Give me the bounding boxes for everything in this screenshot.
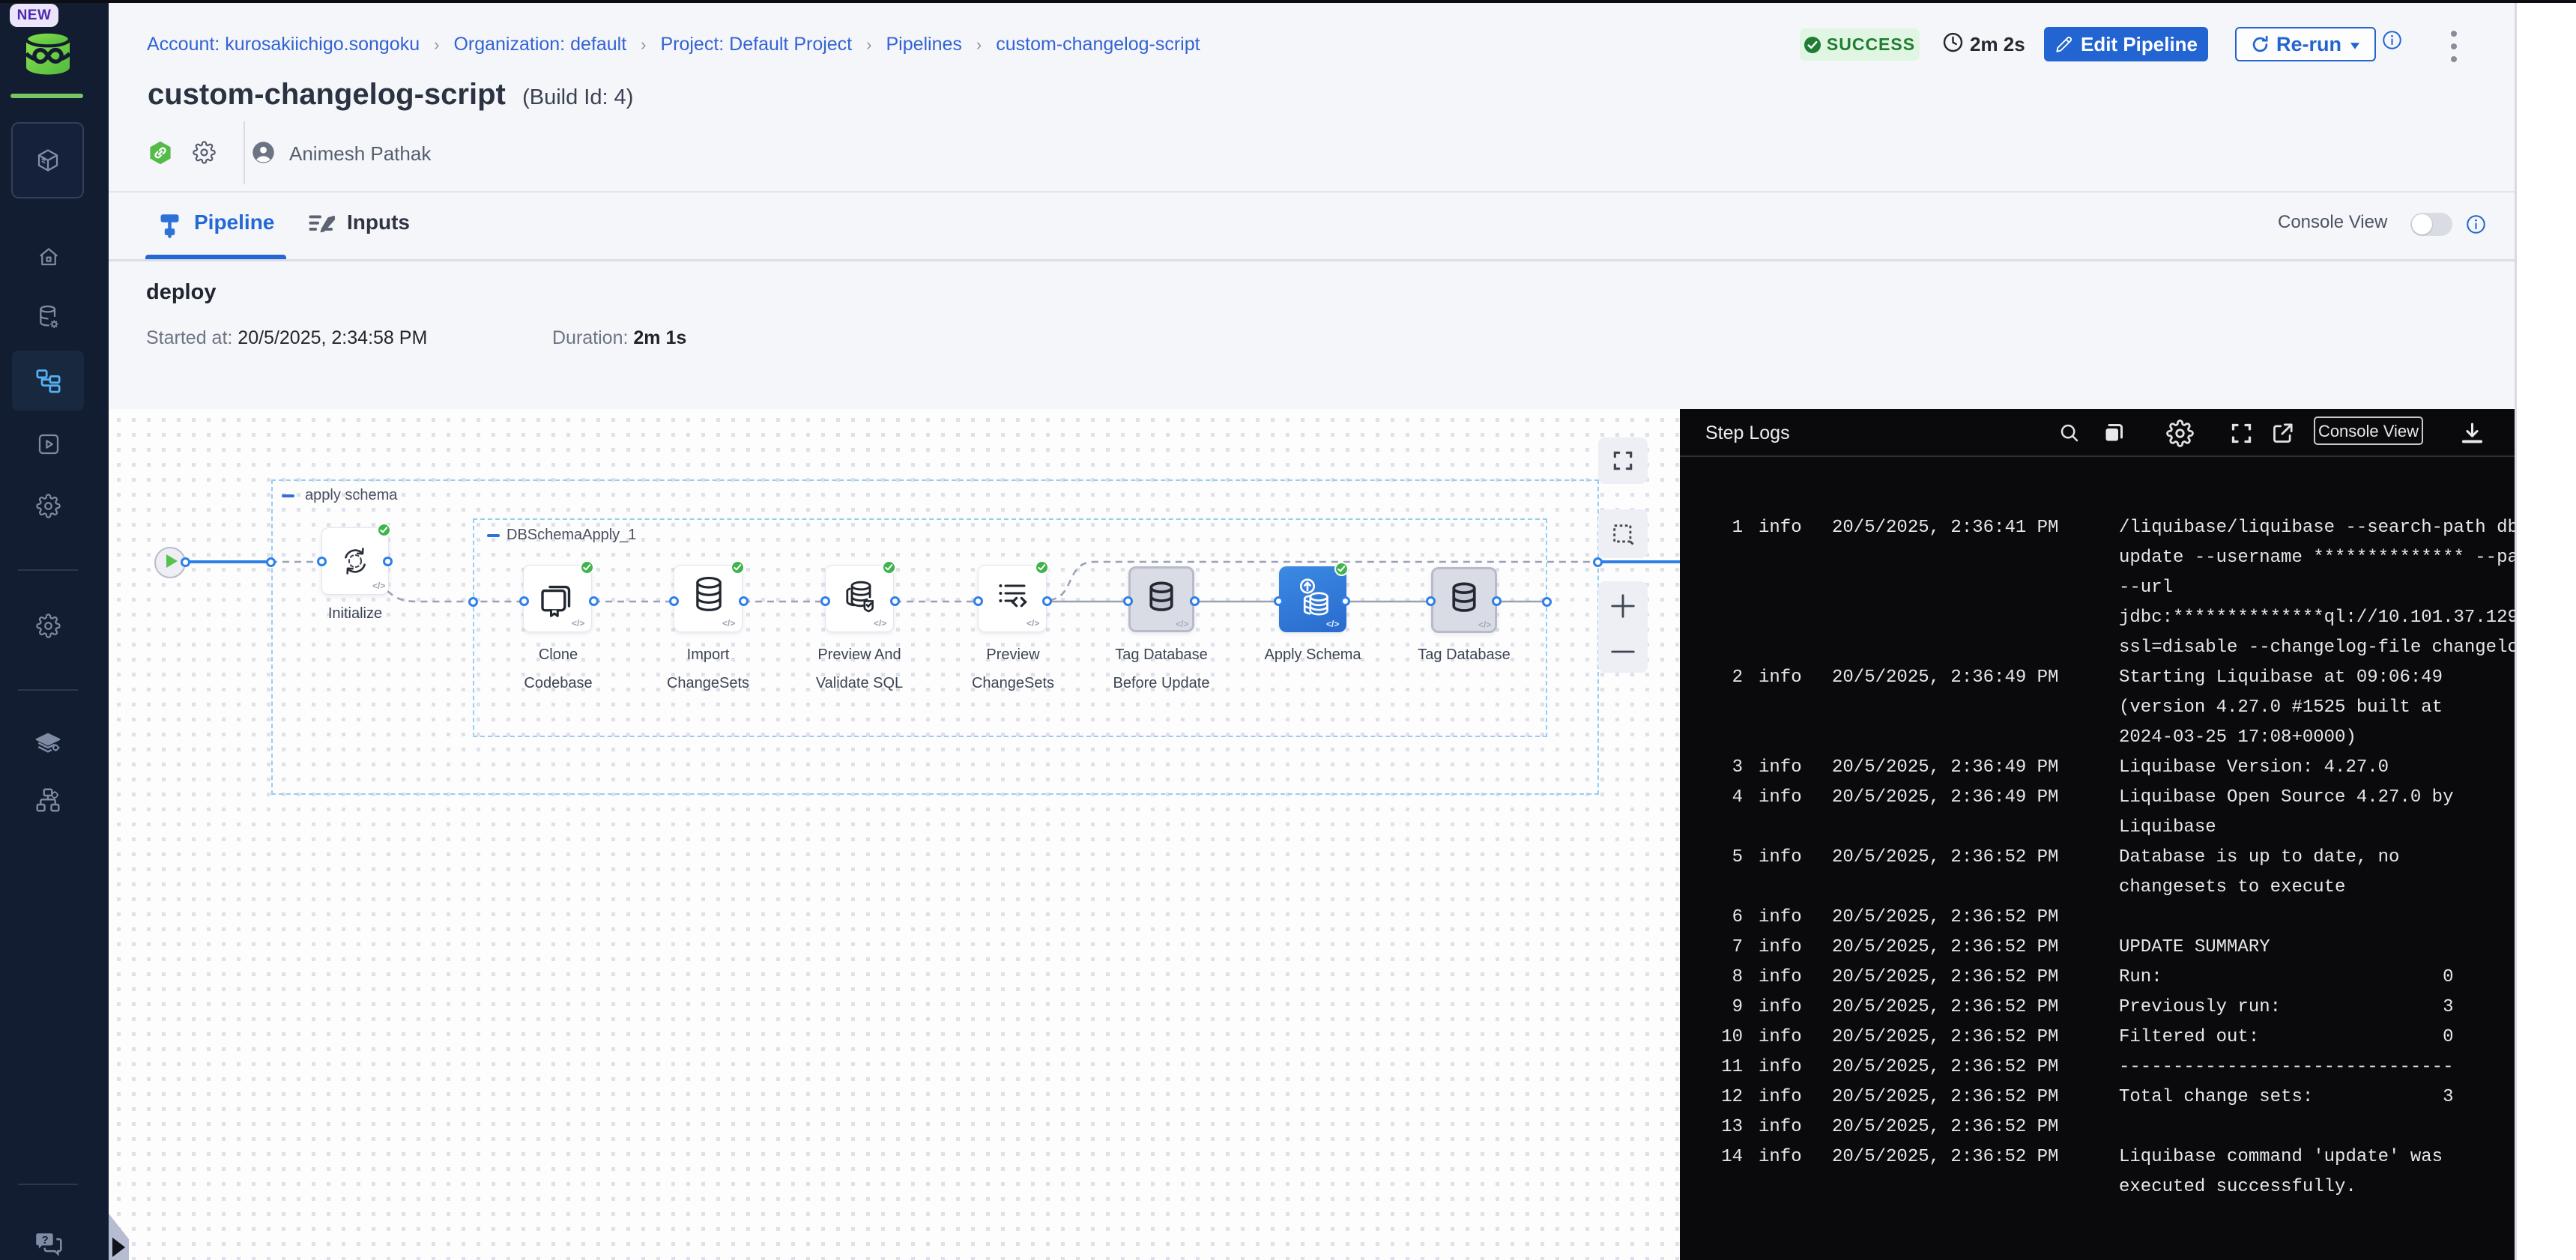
svg-text:?: ? (42, 1234, 49, 1247)
